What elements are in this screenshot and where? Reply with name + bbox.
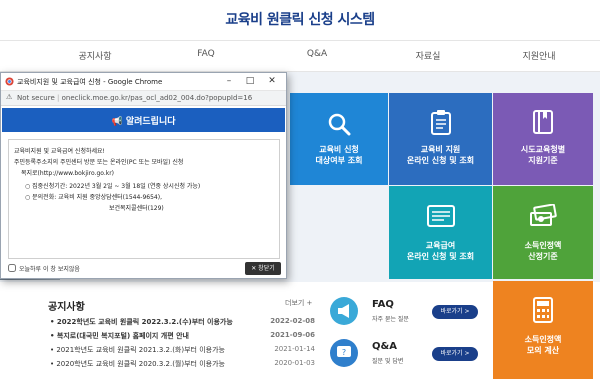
site-title[interactable]: 교육비 원클릭 신청 시스템 [0, 9, 600, 29]
nav-item-qna[interactable]: Q&A [272, 49, 362, 59]
popup-text-line: ○ 문의전화: 교육비 지원 중앙상담센터(1544-9654), [25, 194, 162, 201]
tile-label-2: 온라인 신청 및 조회 [406, 252, 475, 261]
quick-links: FAQ 자주 묻는 질문 바로가기 > ? Q&A 질문 및 답변 바로가기 > [320, 283, 490, 383]
tile-label-2: 모의 계산 [526, 346, 560, 355]
calculator-icon [533, 297, 553, 323]
tile-label-1: 교육급여 [425, 241, 456, 250]
faq-title: FAQ [372, 299, 394, 310]
tile-label-1: 교육비 신청 [319, 145, 359, 154]
tile-label-1: 소득인정액 [524, 335, 562, 344]
popup-text-line: ○ 집중신청기간: 2022년 3월 2일 ~ 3월 18일 (연중 상시신청 … [25, 183, 201, 190]
notice-row-title: • 2020학년도 교육비 원클릭 2020.3.2.(월)부터 이용가능 [50, 360, 225, 368]
popup-content: 교육비지원 및 교육급여 신청하세요! 주민등록주소지의 주민센터 방문 또는 … [8, 139, 280, 259]
form-icon [426, 205, 455, 227]
popup-text-line: 교육비지원 및 교육급여 신청하세요! [14, 148, 105, 155]
tile-education-benefit[interactable]: 교육급여 온라인 신청 및 조회 [389, 186, 492, 279]
popup-text-line: 보건복지콜센터(129) [109, 205, 164, 212]
minimize-icon[interactable]: – [223, 76, 235, 86]
tile-label-2: 대상여부 조회 [315, 156, 363, 165]
close-icon[interactable]: ✕ [266, 76, 278, 86]
tile-income-calculator[interactable]: 소득인정액 모의 계산 [493, 281, 593, 379]
notice-row-date: 2021-01-14 [274, 345, 315, 353]
page: 교육비 원클릭 신청 시스템 공지사항 FAQ Q&A 자료실 지원안내 교육비… [0, 0, 600, 383]
nav-item-faq[interactable]: FAQ [161, 49, 251, 59]
tile-eligibility-check[interactable]: 교육비 신청 대상여부 조회 [290, 93, 388, 185]
notice-row-date: 2022-02-08 [270, 317, 315, 325]
popup-window: 교육비지원 및 교육급여 신청 - Google Chrome – □ ✕ ⚠ … [0, 72, 287, 279]
nav-item-support[interactable]: 지원안내 [494, 49, 584, 62]
megaphone-icon [330, 297, 358, 325]
notice-board: 공지사항 더보기 + • 2022학년도 교육비 원클릭 2022.3.2.(수… [30, 283, 315, 383]
faq-subtitle: 자주 묻는 질문 [372, 316, 409, 323]
notice-more-link[interactable]: 더보기 + [285, 298, 312, 308]
faq-go-button[interactable]: 바로가기 > [432, 305, 478, 319]
address-text: Not secure | oneclick.moe.go.kr/pas_ocl_… [17, 94, 253, 102]
popup-header-title: 📢 알려드립니다 [111, 117, 176, 127]
popup-text-line: 주민등록주소지의 주민센터 방문 또는 온라인(PC 또는 모바일) 신청 [14, 159, 184, 166]
clipboard-icon [430, 110, 451, 135]
maximize-icon[interactable]: □ [244, 76, 256, 86]
popup-link-bokjiro[interactable]: 복지로(http://www.bokjiro.go.kr) [21, 168, 114, 177]
chat-question-icon: ? [330, 339, 358, 367]
notice-title: 공지사항 [48, 302, 85, 313]
qna-go-button[interactable]: 바로가기 > [432, 347, 478, 361]
magnifier-icon [328, 113, 351, 136]
popup-address-bar[interactable]: ⚠ Not secure | oneclick.moe.go.kr/pas_oc… [1, 91, 286, 106]
tile-label-2: 온라인 신청 및 조회 [406, 156, 475, 165]
site-header: 교육비 원클릭 신청 시스템 [0, 0, 600, 40]
qna-title: Q&A [372, 341, 397, 352]
tile-label-1: 시도교육청별 [520, 145, 566, 154]
notice-row-title: • 복지로(대국민 복지포털) 홈페이지 개편 안내 [50, 332, 189, 340]
notice-row[interactable]: • 2021학년도 교육비 원클릭 2021.3.2.(화)부터 이용가능 20… [50, 345, 315, 357]
qna-subtitle: 질문 및 답변 [372, 358, 404, 365]
tile-label-1: 교육비 지원 [420, 145, 461, 154]
tile-income-criteria[interactable]: 소득인정액 산정기준 [493, 186, 593, 279]
url-text: oneclick.moe.go.kr/pas_ocl_ad02_004.do?p… [61, 94, 253, 102]
tile-label-1: 소득인정액 [524, 241, 562, 250]
notice-row[interactable]: • 복지로(대국민 복지포털) 홈페이지 개편 안내 2021-09-06 [50, 331, 315, 343]
notice-row-title: • 2021학년도 교육비 원클릭 2021.3.2.(화)부터 이용가능 [50, 346, 225, 354]
tile-online-application[interactable]: 교육비 지원 온라인 신청 및 조회 [389, 93, 492, 185]
svg-text:?: ? [342, 348, 346, 357]
book-icon [533, 110, 553, 134]
notice-row[interactable]: • 2020학년도 교육비 원클릭 2020.3.2.(월)부터 이용가능 20… [50, 359, 315, 371]
dont-show-checkbox[interactable] [8, 264, 16, 272]
nav-item-archive[interactable]: 자료실 [383, 49, 473, 62]
megaphone-icon: 📢 [111, 117, 126, 127]
money-icon [530, 204, 557, 226]
notice-row[interactable]: • 2022학년도 교육비 원클릭 2022.3.2.(수)부터 이용가능 20… [50, 317, 315, 329]
notice-row-title: • 2022학년도 교육비 원클릭 2022.3.2.(수)부터 이용가능 [50, 318, 233, 326]
dont-show-label[interactable]: 오늘하루 이 창 보지않음 [19, 264, 80, 273]
popup-header: 📢 알려드립니다 [2, 108, 285, 132]
tile-label-2: 지원기준 [528, 156, 558, 165]
tile-support-criteria[interactable]: 시도교육청별 지원기준 [493, 93, 593, 185]
notice-row-date: 2020-01-03 [274, 359, 315, 367]
popup-window-title: 교육비지원 및 교육급여 신청 - Google Chrome [17, 78, 163, 86]
nav-item-notice[interactable]: 공지사항 [50, 49, 140, 62]
warning-icon: ⚠ [6, 93, 13, 101]
popup-titlebar[interactable]: 교육비지원 및 교육급여 신청 - Google Chrome – □ ✕ [1, 73, 286, 91]
notice-row-date: 2021-09-06 [270, 331, 315, 339]
popup-footer: 오늘하루 이 창 보지않음 ✕ 창닫기 [1, 261, 286, 279]
tile-label-2: 산정기준 [528, 252, 558, 261]
main-nav: 공지사항 FAQ Q&A 자료실 지원안내 [0, 40, 600, 72]
popup-close-button[interactable]: ✕ 창닫기 [245, 262, 281, 275]
chrome-icon [5, 77, 14, 86]
not-secure-label: Not secure [17, 94, 55, 102]
